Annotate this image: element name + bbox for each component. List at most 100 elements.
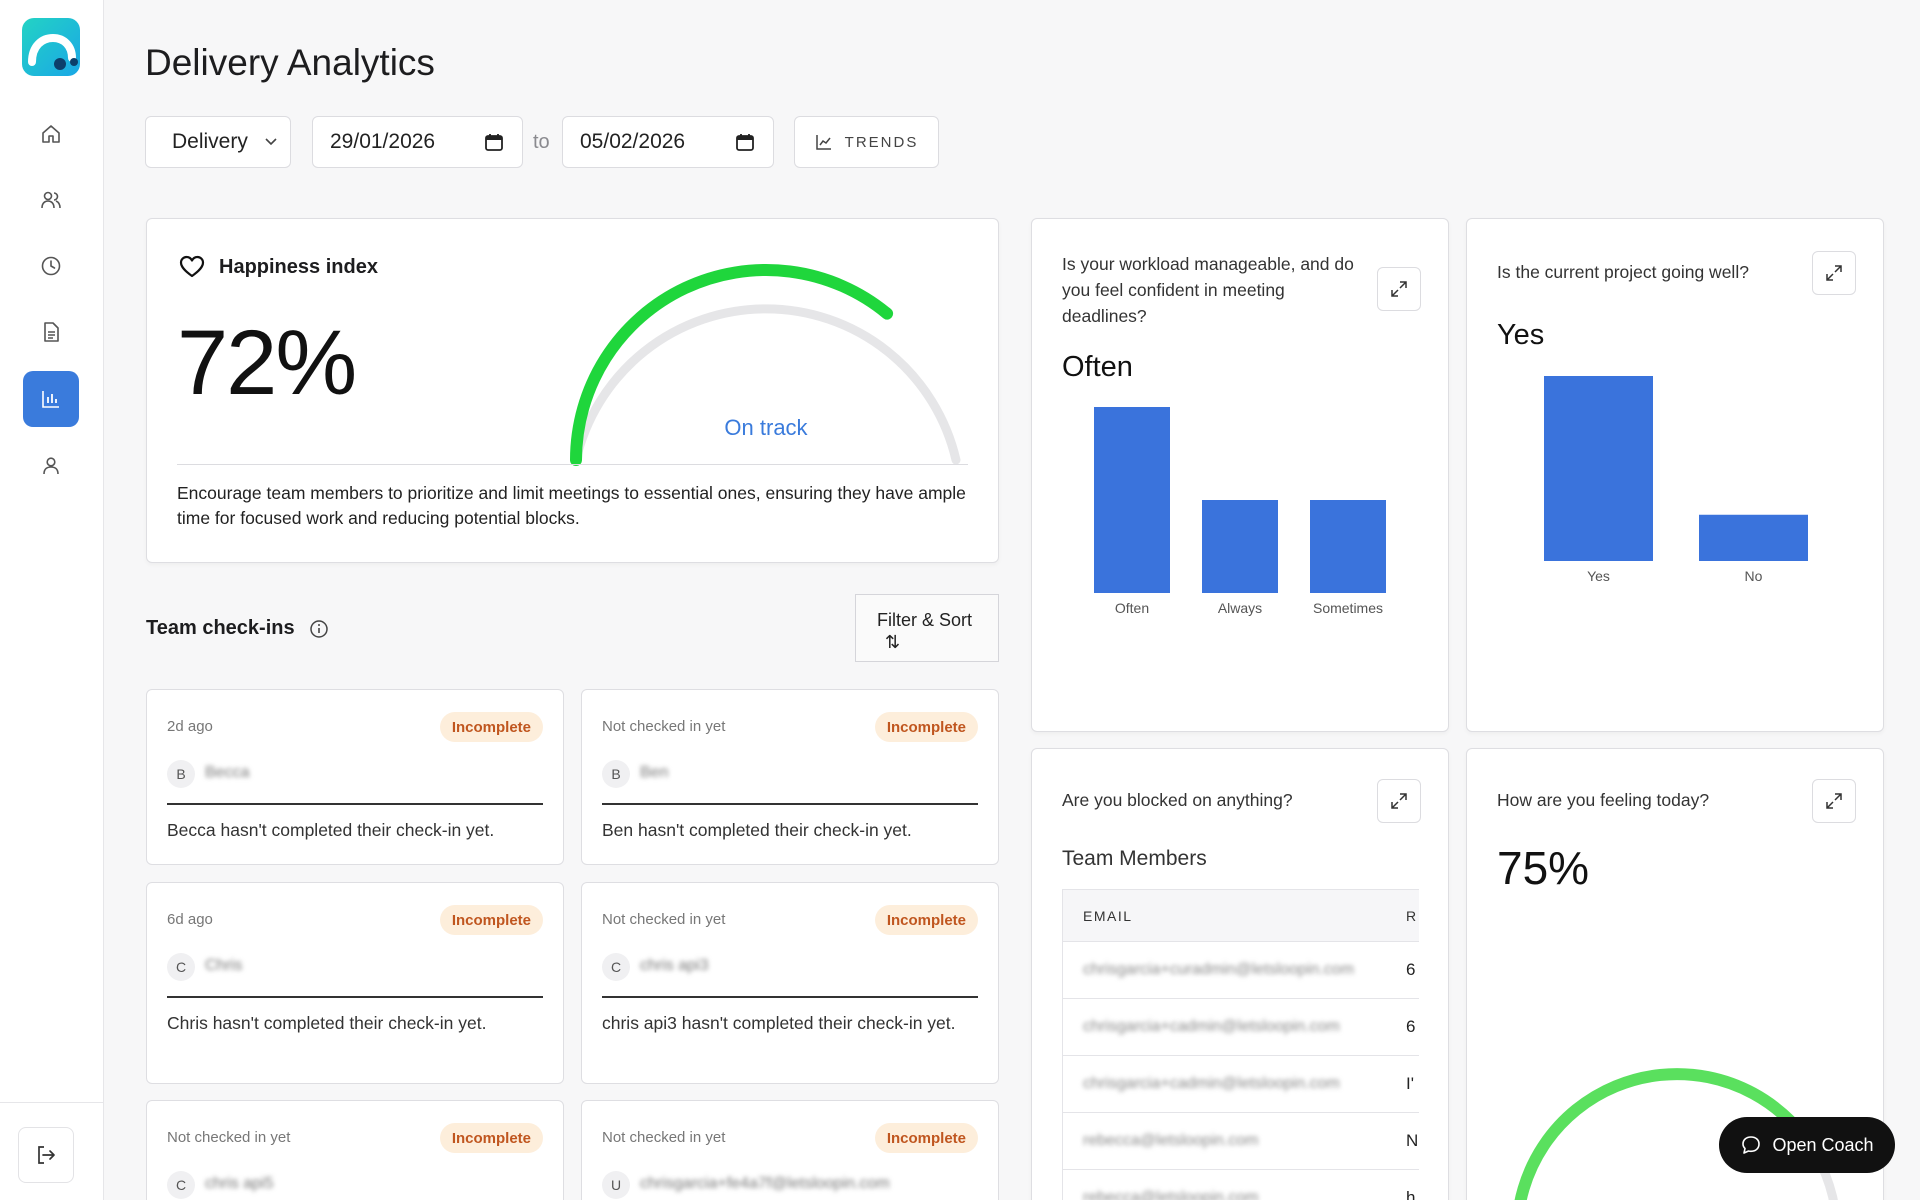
checkin-card[interactable]: Not checked in yet Incomplete B Ben Ben hasn… <box>581 689 999 865</box>
checkin-message: Becca hasn't completed their check-in ye… <box>167 820 495 840</box>
r-cell: I' <box>1406 1074 1414 1093</box>
trends-label: TRENDS <box>844 133 919 151</box>
member-name: chris api3 <box>640 957 709 974</box>
sort-icon: ⇅ <box>885 632 901 652</box>
calendar-icon[interactable] <box>484 132 504 152</box>
checkin-card[interactable]: Not checked in yet Incomplete Cchris api5 <box>146 1100 564 1200</box>
bar-label: No <box>1745 568 1763 584</box>
workload-question-card: Is your workload manageable, and do you … <box>1031 218 1449 732</box>
open-coach-button[interactable]: Open Coach <box>1719 1117 1895 1173</box>
email-cell: rebecca@letsloopin.com <box>1083 1132 1259 1149</box>
clock-icon <box>41 256 61 276</box>
feeling-question: How are you feeling today? <box>1497 790 1710 810</box>
app-logo[interactable] <box>22 18 80 76</box>
home-icon <box>42 125 60 143</box>
nav-analytics[interactable] <box>23 371 79 427</box>
bar-yes[interactable] <box>1544 376 1653 561</box>
expand-button[interactable] <box>1377 779 1421 823</box>
checkin-card[interactable]: 6d ago Incomplete C Chris Chris hasn't compl… <box>146 882 564 1084</box>
member-name: Chris <box>205 957 243 974</box>
r-cell: h <box>1406 1188 1416 1200</box>
logout-button[interactable] <box>18 1127 74 1183</box>
team-checkins-title-text: Team check-ins <box>146 617 295 639</box>
status-badge: Incomplete <box>874 712 978 742</box>
line-chart-icon <box>815 135 831 150</box>
workload-question: Is your workload manageable, and do you … <box>1062 254 1354 326</box>
bar-often[interactable] <box>1094 407 1170 593</box>
team-checkins-title: Team check-ins <box>146 617 329 640</box>
checkin-time: Not checked in yet <box>602 1129 726 1146</box>
nav-profile[interactable] <box>23 438 79 494</box>
team-members-table: EMAIL R chrisgarcia+curadmin@letsloopin.… <box>1062 889 1419 1200</box>
expand-button[interactable] <box>1812 251 1856 295</box>
member-name: chrisgarcia+fe4a7f@letsloopin.com <box>640 1175 890 1192</box>
checkin-card[interactable]: Not checked in yet Incomplete Cchris api3 c… <box>581 882 999 1084</box>
nav-history[interactable] <box>23 238 79 294</box>
filter-sort-button[interactable]: Filter & Sort ⇅ <box>855 594 999 662</box>
table-header: EMAIL R <box>1063 890 1419 942</box>
avatar: C <box>167 953 195 981</box>
column-r: R <box>1406 907 1418 924</box>
chat-bubble-icon <box>1742 1136 1761 1154</box>
date-range-separator: to <box>533 131 550 153</box>
expand-icon <box>1391 793 1407 809</box>
filter-sort-label: Filter & Sort <box>877 610 973 630</box>
expand-icon <box>1826 265 1842 281</box>
happiness-index-card: Happiness index 72% On track Encourage t… <box>146 218 999 563</box>
checkin-time: Not checked in yet <box>602 911 726 928</box>
bar-sometimes[interactable] <box>1310 500 1386 593</box>
happiness-message: Encourage team members to prioritize and… <box>177 483 966 528</box>
happiness-title-text: Happiness index <box>219 255 378 278</box>
bar-always[interactable] <box>1202 500 1278 593</box>
calendar-icon[interactable] <box>735 132 755 152</box>
project-question: Is the current project going well? <box>1497 262 1749 282</box>
nav-team[interactable] <box>23 172 79 228</box>
user-icon <box>43 457 59 475</box>
nav-home[interactable] <box>23 106 79 162</box>
expand-icon <box>1826 793 1842 809</box>
table-row[interactable]: chrisgarcia+curadmin@letsloopin.com 6 <box>1063 942 1419 999</box>
users-icon <box>41 191 61 209</box>
team-select[interactable]: Delivery <box>145 116 291 168</box>
document-icon <box>44 322 59 342</box>
logo-icon <box>28 33 78 70</box>
checkin-divider <box>167 803 543 805</box>
checkin-card[interactable]: Not checked in yet Incomplete Uchrisgarcia… <box>581 1100 999 1200</box>
project-bar-chart: Yes No <box>1544 376 1808 584</box>
expand-button[interactable] <box>1377 267 1421 311</box>
date-to-input[interactable]: 05/02/2026 <box>562 116 774 168</box>
open-coach-label: Open Coach <box>1772 1134 1874 1155</box>
email-cell: chrisgarcia+cadmin@letsloopin.com <box>1083 1075 1340 1092</box>
expand-button[interactable] <box>1812 779 1856 823</box>
checkin-time: Not checked in yet <box>602 718 726 735</box>
date-to-value: 05/02/2026 <box>580 130 686 153</box>
workload-answer: Often <box>1062 351 1133 383</box>
member-name: chris api5 <box>205 1175 274 1192</box>
trends-button[interactable]: TRENDS <box>794 116 939 168</box>
happiness-divider <box>177 464 968 465</box>
nav-reports[interactable] <box>23 304 79 360</box>
checkin-time: 6d ago <box>167 911 213 928</box>
bar-label: Often <box>1115 600 1149 616</box>
email-cell: chrisgarcia+curadmin@letsloopin.com <box>1083 961 1355 978</box>
checkin-card[interactable]: 2d ago Incomplete B Becca Becca hasn't compl… <box>146 689 564 865</box>
status-badge: Incomplete <box>439 1123 543 1153</box>
avatar: C <box>167 1171 195 1199</box>
table-row[interactable]: chrisgarcia+cadmin@letsloopin.com 6 <box>1063 999 1419 1056</box>
blocked-question: Are you blocked on anything? <box>1062 790 1293 810</box>
bar-label: Yes <box>1587 568 1610 584</box>
workload-bar-chart: Often Always Sometimes <box>1094 407 1386 616</box>
table-row[interactable]: rebecca@letsloopin.com h <box>1063 1170 1419 1200</box>
checkin-divider <box>167 996 543 998</box>
bar-no[interactable] <box>1699 514 1808 561</box>
bar-label: Sometimes <box>1313 600 1383 616</box>
date-from-input[interactable]: 29/01/2026 <box>312 116 523 168</box>
table-row[interactable]: rebecca@letsloopin.com N <box>1063 1113 1419 1170</box>
table-row[interactable]: chrisgarcia+cadmin@letsloopin.com I' <box>1063 1056 1419 1113</box>
sidebar-footer <box>0 1102 104 1200</box>
info-icon[interactable] <box>309 619 329 639</box>
checkin-message: Chris hasn't completed their check-in ye… <box>167 1013 487 1033</box>
project-answer: Yes <box>1497 319 1545 351</box>
checkin-divider <box>602 996 978 998</box>
column-email: EMAIL <box>1083 907 1133 924</box>
